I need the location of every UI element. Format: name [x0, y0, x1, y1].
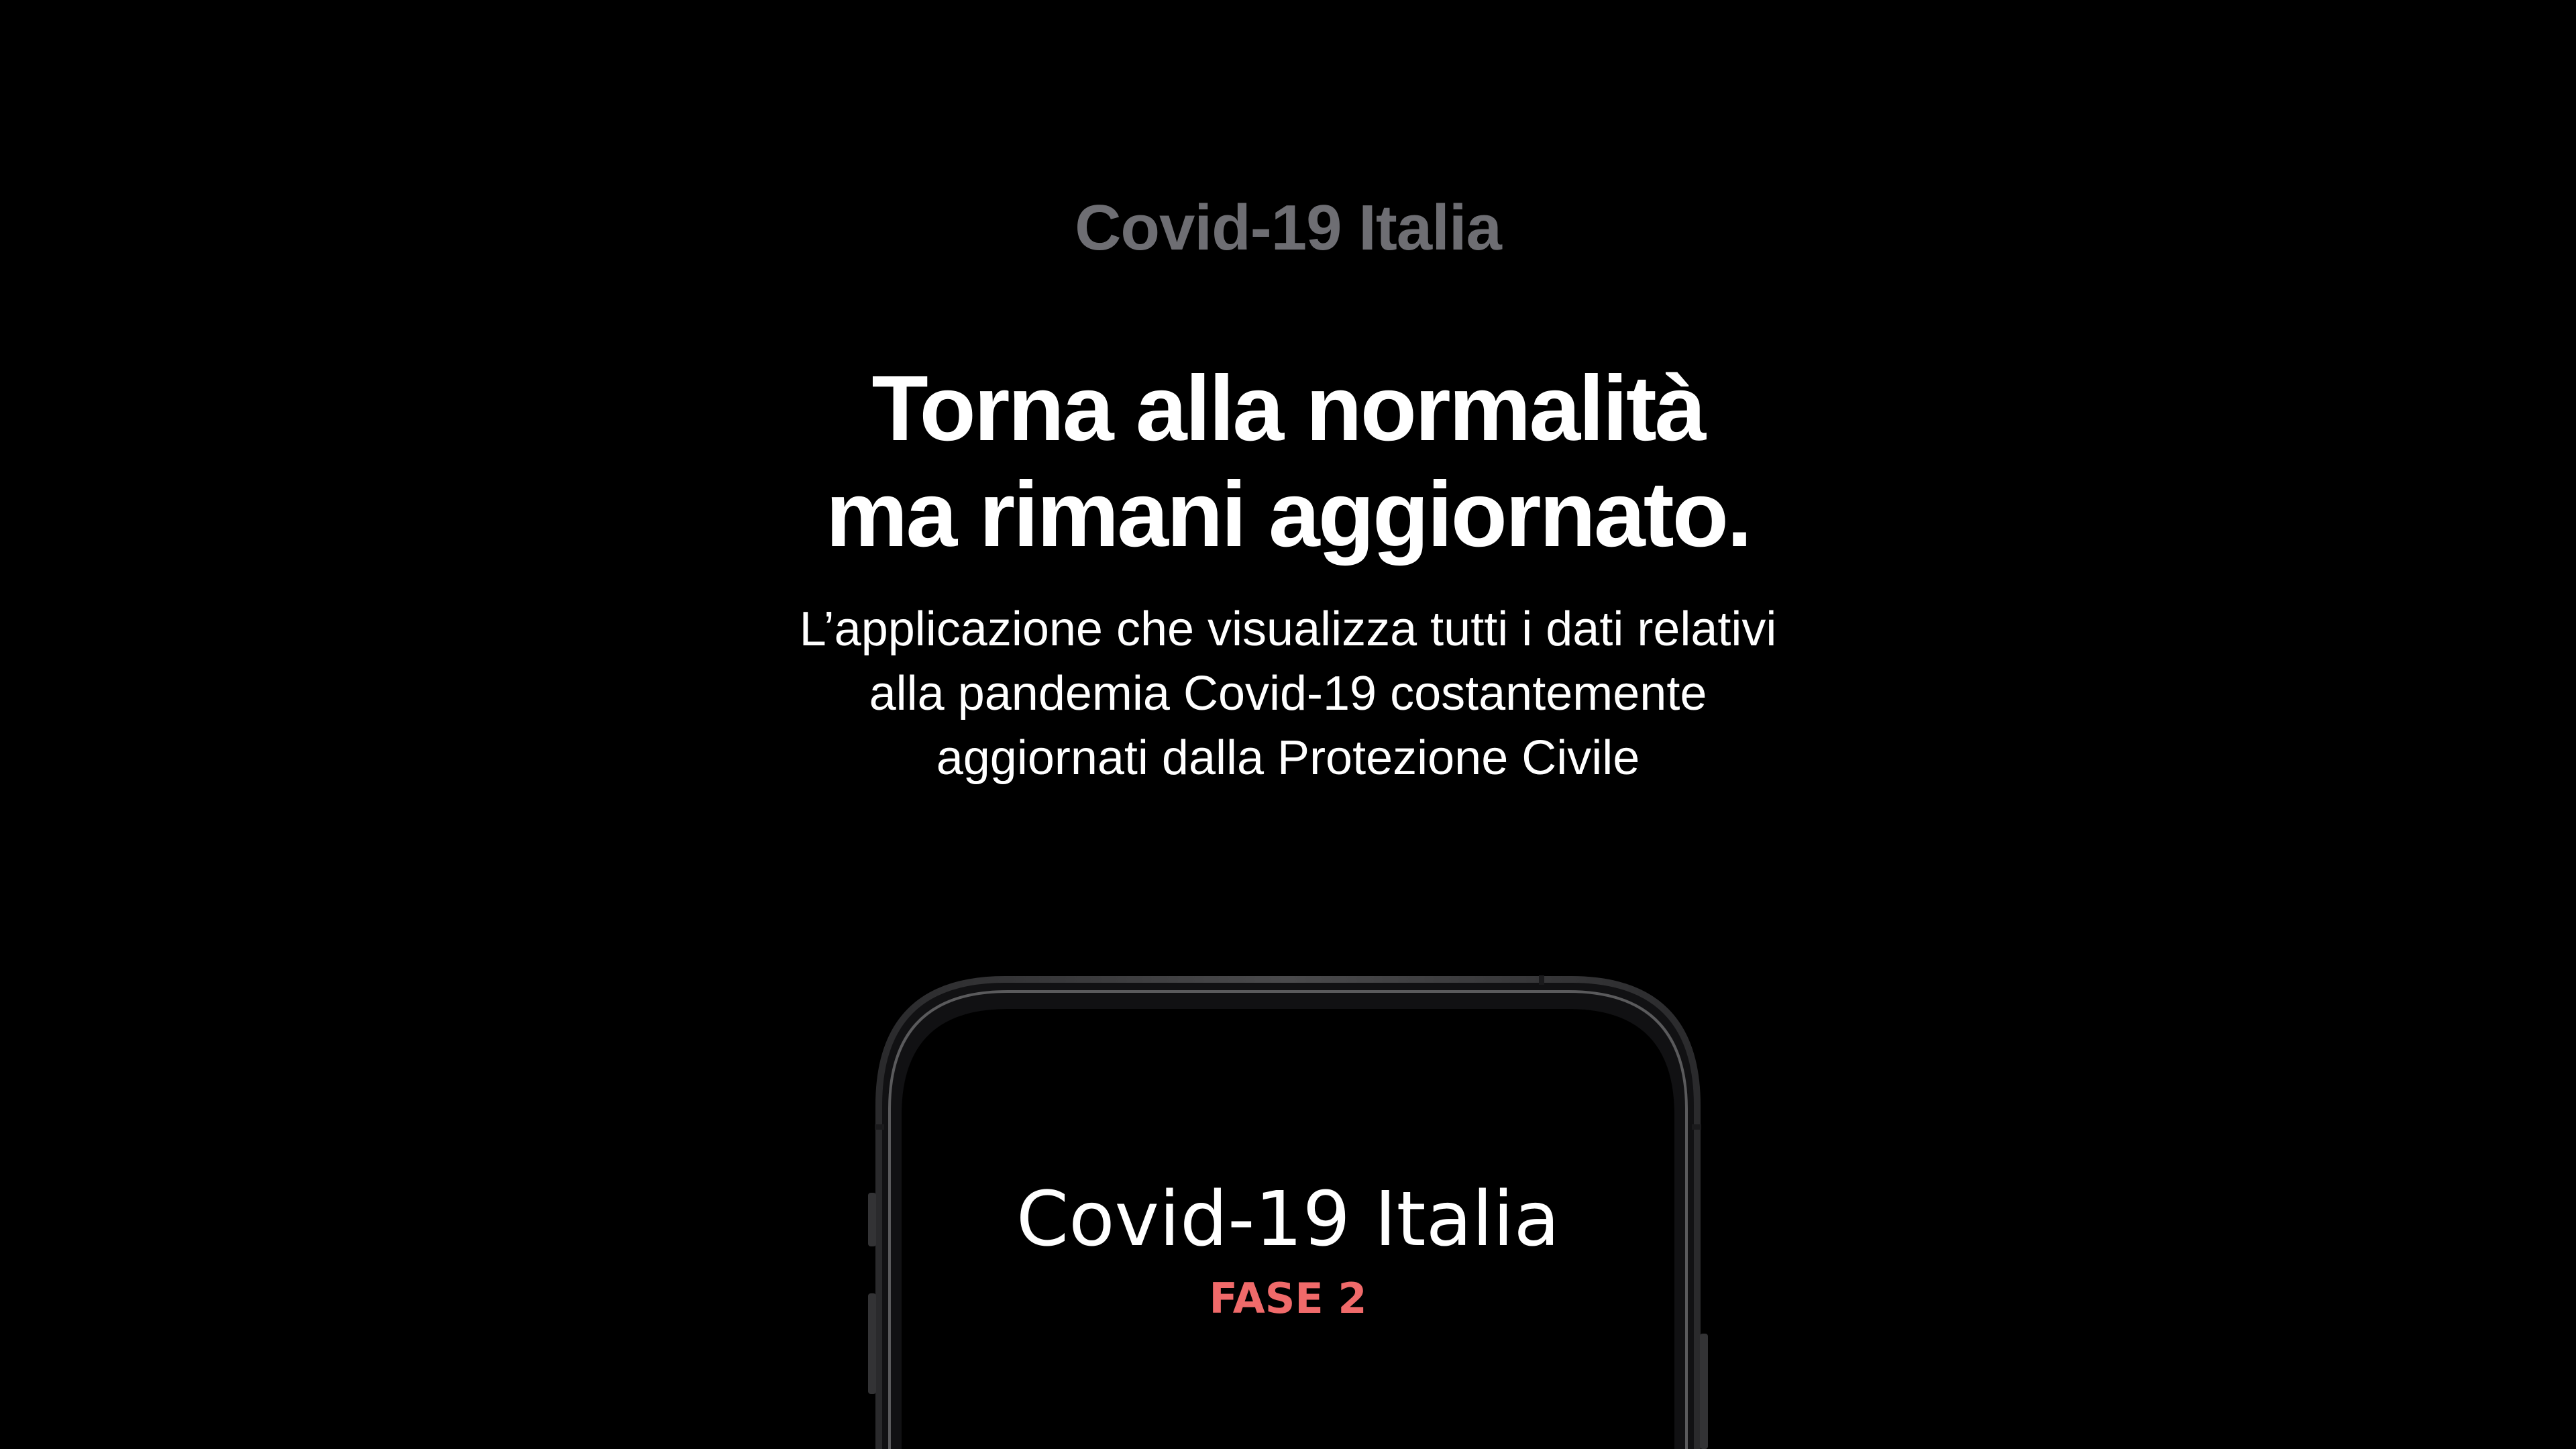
- headline: Torna alla normalità ma rimani aggiornat…: [0, 356, 2576, 568]
- description-line-3: aggiornati dalla Protezione Civile: [936, 731, 1640, 785]
- description-line-2: alla pandemia Covid-19 costantemente: [869, 667, 1707, 720]
- phone-mockup: Covid-19 Italia FASE 2: [859, 971, 1717, 1449]
- headline-line-1: Torna alla normalità: [871, 357, 1706, 460]
- headline-line-2: ma rimani aggiornato.: [825, 463, 1753, 566]
- app-phase-label: FASE 2: [1209, 1274, 1367, 1323]
- description: L’applicazione che visualizza tutti i da…: [0, 597, 2576, 790]
- description-line-1: L’applicazione che visualizza tutti i da…: [799, 602, 1777, 656]
- app-title: Covid-19 Italia: [1016, 1176, 1560, 1263]
- power-button: [1700, 1334, 1708, 1449]
- eyebrow-title: Covid-19 Italia: [1075, 192, 1502, 264]
